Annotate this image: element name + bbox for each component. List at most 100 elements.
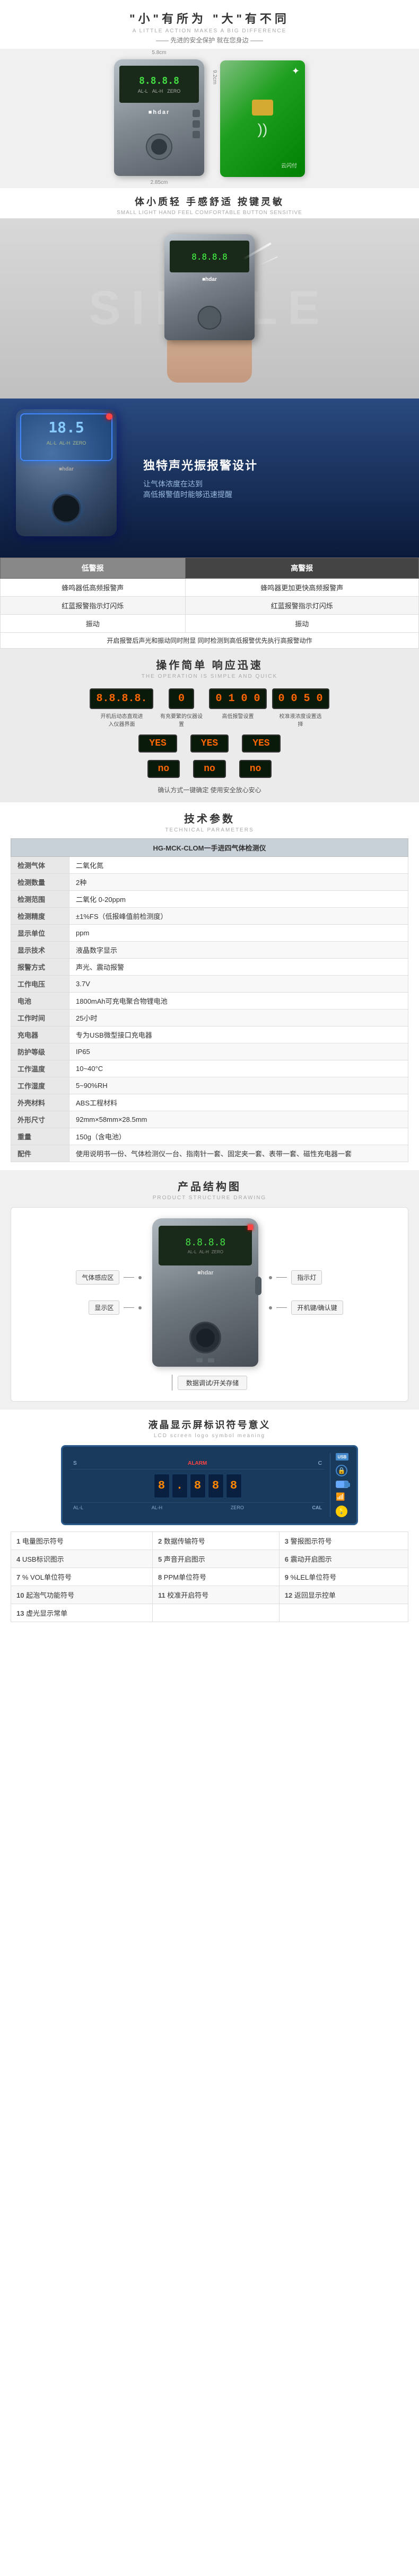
alarm-header-low: 低警报	[1, 558, 186, 579]
lcd-display-mockup: S ALARM C 8 . 8 8 8 AL-L AL-H ZERO CAL	[61, 1445, 358, 1525]
specs-value: 二氧化氮	[69, 857, 408, 874]
specs-row: 外形尺寸92mm×58mm×28.5mm	[11, 1111, 408, 1128]
specs-value: 液晶数字显示	[69, 942, 408, 959]
specs-row: 外壳材料ABS工程材料	[11, 1094, 408, 1111]
specs-label: 报警方式	[11, 959, 69, 976]
confirm-label: 确认方式一键确定 使用安全放心安心	[0, 781, 419, 802]
specs-row: 检测范围二氧化 0-20ppm	[11, 891, 408, 908]
alarm-row-high: 蜂鸣器更加更快高频报警声	[185, 579, 418, 597]
specs-value: ppm	[69, 925, 408, 942]
lcd-legend-item: 7 % VOL单位符号	[11, 1568, 153, 1586]
specs-value: 5~90%RH	[69, 1077, 408, 1094]
lcd-step2-label: 有充要繁的仪器设置	[159, 712, 204, 728]
operation-title-en: THE OPERATION IS SIMPLE AND QUICK	[11, 674, 408, 679]
lcd-step4: 0 0 5 0 校准液浓度设置选择	[272, 688, 329, 728]
alarm-row-full: 开启报警后声光和振动同时附显 同时检测到高低报警优先执行高报警动作	[1, 633, 419, 649]
specs-row: 充电器专为USB微型接口充电器	[11, 1026, 408, 1043]
specs-label: 重量	[11, 1128, 69, 1145]
structure-diagram: 气体感应区 显示区 8.8.8.8 AL-L AL-H	[11, 1207, 408, 1402]
lcd-right-icons: USB 🔒 📶 💡	[330, 1453, 348, 1517]
specs-value: 使用说明书一份、气体检测仪一台、指南针一套、固定夹一套、表带一套、磁性充电器一套	[69, 1145, 408, 1162]
specs-row: 工作温度10~40°C	[11, 1060, 408, 1077]
simple-hero-section: SIMPLE 8.8.8.8 ■hdar	[0, 218, 419, 399]
operation-section: 操作简单 响应迅速 THE OPERATION IS SIMPLE AND QU…	[0, 649, 419, 682]
specs-label: 检测气体	[11, 857, 69, 874]
operation-title-cn: 操作简单 响应迅速	[11, 657, 408, 672]
nfc-card-view: )) 云闪付 ✦	[220, 60, 305, 177]
alarm-description: 独特声光振报警设计 让气体浓度在达到 高低报警值时能够迅速提醒	[133, 457, 403, 500]
specs-value: 声光、震动报警	[69, 959, 408, 976]
lcd-display-1: 8.8.8.8.	[90, 688, 153, 709]
lcd-step2: 0 有充要繁的仪器设置	[159, 688, 204, 728]
lcd-legend-item: 13 虚光显示常单	[11, 1604, 153, 1622]
alarm-device: 18.5 AL-L AL-H ZERO ■hdar	[16, 409, 133, 547]
specs-row: 工作湿度5~90%RH	[11, 1077, 408, 1094]
structure-title-cn: 产品结构图	[11, 1178, 408, 1193]
structure-section: 产品结构图 PRODUCT STRUCTURE DRAWING 气体感应区 显示…	[0, 1170, 419, 1410]
specs-label: 检测范围	[11, 891, 69, 908]
specs-row: 工作电压3.7V	[11, 976, 408, 993]
alarm-row-low: 红蓝报警指示灯闪烁	[1, 597, 186, 615]
alarm-row-high: 振动	[185, 615, 418, 633]
lcd-displays-row: 8.8.8.8. 开机后动态直观进入仪器界面 0 有充要繁的仪器设置 0 1 0…	[0, 682, 419, 730]
struct-left-labels: 气体感应区 显示区	[76, 1270, 142, 1315]
alarm-row-high: 红蓝报警指示灯闪烁	[185, 597, 418, 615]
lcd-title-en: LCD screen logo symbol meaning	[11, 1433, 408, 1439]
yes-display-3: YES	[242, 734, 280, 753]
alarm-title-cn: 独特声光振报警设计	[143, 457, 403, 474]
specs-label: 检测精度	[11, 908, 69, 925]
alarm-subtitle2: 高低报警值时能够迅速提醒	[143, 489, 403, 500]
alarm-table-section: 低警报 高警报 蜂鸣器低高频报警声蜂鸣器更加更快高频报警声红蓝报警指示灯闪烁红蓝…	[0, 557, 419, 649]
lcd-legend-item: 3 警报图示符号	[279, 1532, 408, 1550]
struct-label-indicator: 指示灯	[269, 1270, 322, 1285]
lcd-title-cn: 液晶显示屏标识符号意义	[11, 1418, 408, 1431]
specs-row: 显示技术液晶数字显示	[11, 942, 408, 959]
alarm-comparison-table: 低警报 高警报 蜂鸣器低高频报警声蜂鸣器更加更快高频报警声红蓝报警指示灯闪烁红蓝…	[0, 557, 419, 649]
specs-value: 150g（含电池）	[69, 1128, 408, 1145]
specs-label: 外壳材料	[11, 1094, 69, 1111]
lcd-legend-item: 10 起泡气功能符号	[11, 1586, 153, 1604]
top-product-row: 5.8cm 9.2cm 8.8.8.8 AL-L AL-H ZERO ■hdar	[0, 49, 419, 188]
specs-row: 检测气体二氧化氮	[11, 857, 408, 874]
struct-label-display: 显示区	[89, 1300, 142, 1315]
slogan-en: A LITTLE ACTION MAKES A BIG DIFFERENCE	[11, 28, 408, 34]
no-displays-row: no no no	[0, 757, 419, 781]
specs-row: 检测数量2种	[11, 874, 408, 891]
specs-title-cn: 技术参数	[11, 810, 408, 826]
specs-value: 1800mAh可充电聚合物锂电池	[69, 993, 408, 1010]
device-body: 8.8.8.8 AL-L AL-H ZERO ■hdar	[114, 59, 204, 176]
device-in-hand: 8.8.8.8 ■hdar	[156, 234, 263, 383]
lcd-legend-item: 11 校准开启符号	[152, 1586, 279, 1604]
lcd-legend-item: 5 声音开启图示	[152, 1550, 279, 1568]
specs-label: 显示技术	[11, 942, 69, 959]
specs-label: 显示单位	[11, 925, 69, 942]
specs-value: 10~40°C	[69, 1060, 408, 1077]
specs-value: 3.7V	[69, 976, 408, 993]
feature1-en: SMALL LIGHT HAND FEEL COMFORTABLE BUTTON…	[11, 210, 408, 216]
yes-display-1: YES	[138, 734, 177, 753]
lcd-step1: 8.8.8.8. 开机后动态直观进入仪器界面	[90, 688, 153, 728]
specs-value: ±1%FS（低报峰值前检测度）	[69, 908, 408, 925]
yes-displays-row: YES YES YES	[0, 730, 419, 757]
specs-row: 报警方式声光、震动报警	[11, 959, 408, 976]
feature1-cn: 体小质轻 手感舒适 按键灵敏	[11, 194, 408, 208]
alarm-row-low: 蜂鸣器低高频报警声	[1, 579, 186, 597]
lcd-legend-item: 1 电量图示符号	[11, 1532, 153, 1550]
lcd-legend-row: 7 % VOL单位符号8 PPM单位符号9 %LEL单位符号	[11, 1568, 408, 1586]
lcd-display-2: 0	[169, 688, 194, 709]
lcd-display-4: 0 0 5 0	[272, 688, 329, 709]
specs-label: 防护等级	[11, 1043, 69, 1060]
alarm-header-high: 高警报	[185, 558, 418, 579]
header-section: "小"有所为 "大"有不同 A LITTLE ACTION MAKES A BI…	[0, 0, 419, 49]
alarm-hero-section: 18.5 AL-L AL-H ZERO ■hdar 独特声光振报警设计 让气体浓…	[0, 399, 419, 557]
alarm-subtitle1: 让气体浓度在达到	[143, 479, 403, 489]
feature1-text: 体小质轻 手感舒适 按键灵敏 SMALL LIGHT HAND FEEL COM…	[0, 188, 419, 218]
struct-right-labels: 指示灯 开机键/确认键	[269, 1270, 343, 1315]
specs-label: 检测数量	[11, 874, 69, 891]
lcd-legend-row: 10 起泡气功能符号11 校准开启符号12 返回显示控单	[11, 1586, 408, 1604]
lcd-legend-item: 4 USB标识图示	[11, 1550, 153, 1568]
device-center: 8.8.8.8 AL-L AL-H ZERO ■hdar	[152, 1218, 258, 1367]
no-display-1: no	[147, 760, 180, 778]
specs-value: IP65	[69, 1043, 408, 1060]
lcd-step4-label: 校准液浓度设置选择	[278, 712, 323, 728]
